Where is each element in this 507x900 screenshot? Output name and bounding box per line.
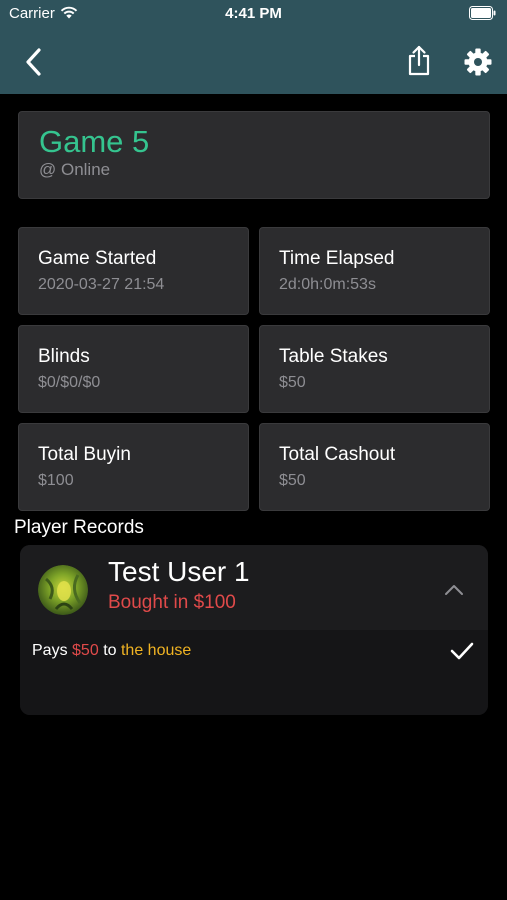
time-elapsed-value: 2d:0h:0m:53s [279,276,376,293]
blinds-label: Blinds [38,346,90,367]
game-header-card: Game 5 @ Online [18,111,490,199]
chevron-left-icon [26,48,41,76]
status-bar: Carrier 4:41 PM [0,0,507,30]
time-elapsed-label: Time Elapsed [279,248,395,269]
player-buyin-summary: Bought in $100 [108,592,236,613]
payment-to: to [103,642,117,659]
total-buyin-value: $100 [38,472,74,489]
collapse-button[interactable] [440,580,468,600]
avatar [38,565,88,615]
top-bar: Carrier 4:41 PM [0,0,507,94]
total-buyin-label: Total Buyin [38,444,131,465]
game-started-card: Game Started 2020-03-27 21:54 [18,227,249,315]
game-title: Game 5 [39,124,150,159]
total-cashout-card: Total Cashout $50 [259,423,490,511]
gear-icon [464,48,492,76]
time-elapsed-card: Time Elapsed 2d:0h:0m:53s [259,227,490,315]
player-name: Test User 1 [108,556,250,587]
share-icon [408,45,430,76]
payment-line: Pays $50 to the house [32,642,191,660]
battery-icon [469,6,496,20]
player-record-card: Test User 1 Bought in $100 Pays $50 to t… [20,545,488,715]
player-records-title: Player Records [14,517,144,538]
payment-recipient: the house [120,642,192,659]
table-stakes-value: $50 [279,374,306,391]
blinds-card: Blinds $0/$0/$0 [18,325,249,413]
total-buyin-card: Total Buyin $100 [18,423,249,511]
game-started-label: Game Started [38,248,157,269]
settings-button[interactable] [462,46,494,78]
share-button[interactable] [404,44,434,78]
payment-settled-button[interactable] [450,641,474,661]
status-time: 4:41 PM [225,5,282,22]
player-record-header[interactable]: Test User 1 Bought in $100 [20,545,488,630]
table-stakes-label: Table Stakes [279,346,388,367]
total-cashout-label: Total Cashout [279,444,396,465]
game-started-value: 2020-03-27 21:54 [38,276,165,293]
payment-amount: $50 [72,642,99,659]
table-stakes-card: Table Stakes $50 [259,325,490,413]
blinds-value: $0/$0/$0 [38,374,101,391]
checkmark-icon [450,642,474,660]
player-record-details: Pays $50 to the house [20,630,488,715]
nav-bar [0,34,507,90]
back-button[interactable] [20,46,50,78]
payment-prefix: Pays [32,642,68,659]
game-location: @ Online [39,160,111,179]
total-cashout-value: $50 [279,472,306,489]
chevron-up-icon [445,585,463,595]
